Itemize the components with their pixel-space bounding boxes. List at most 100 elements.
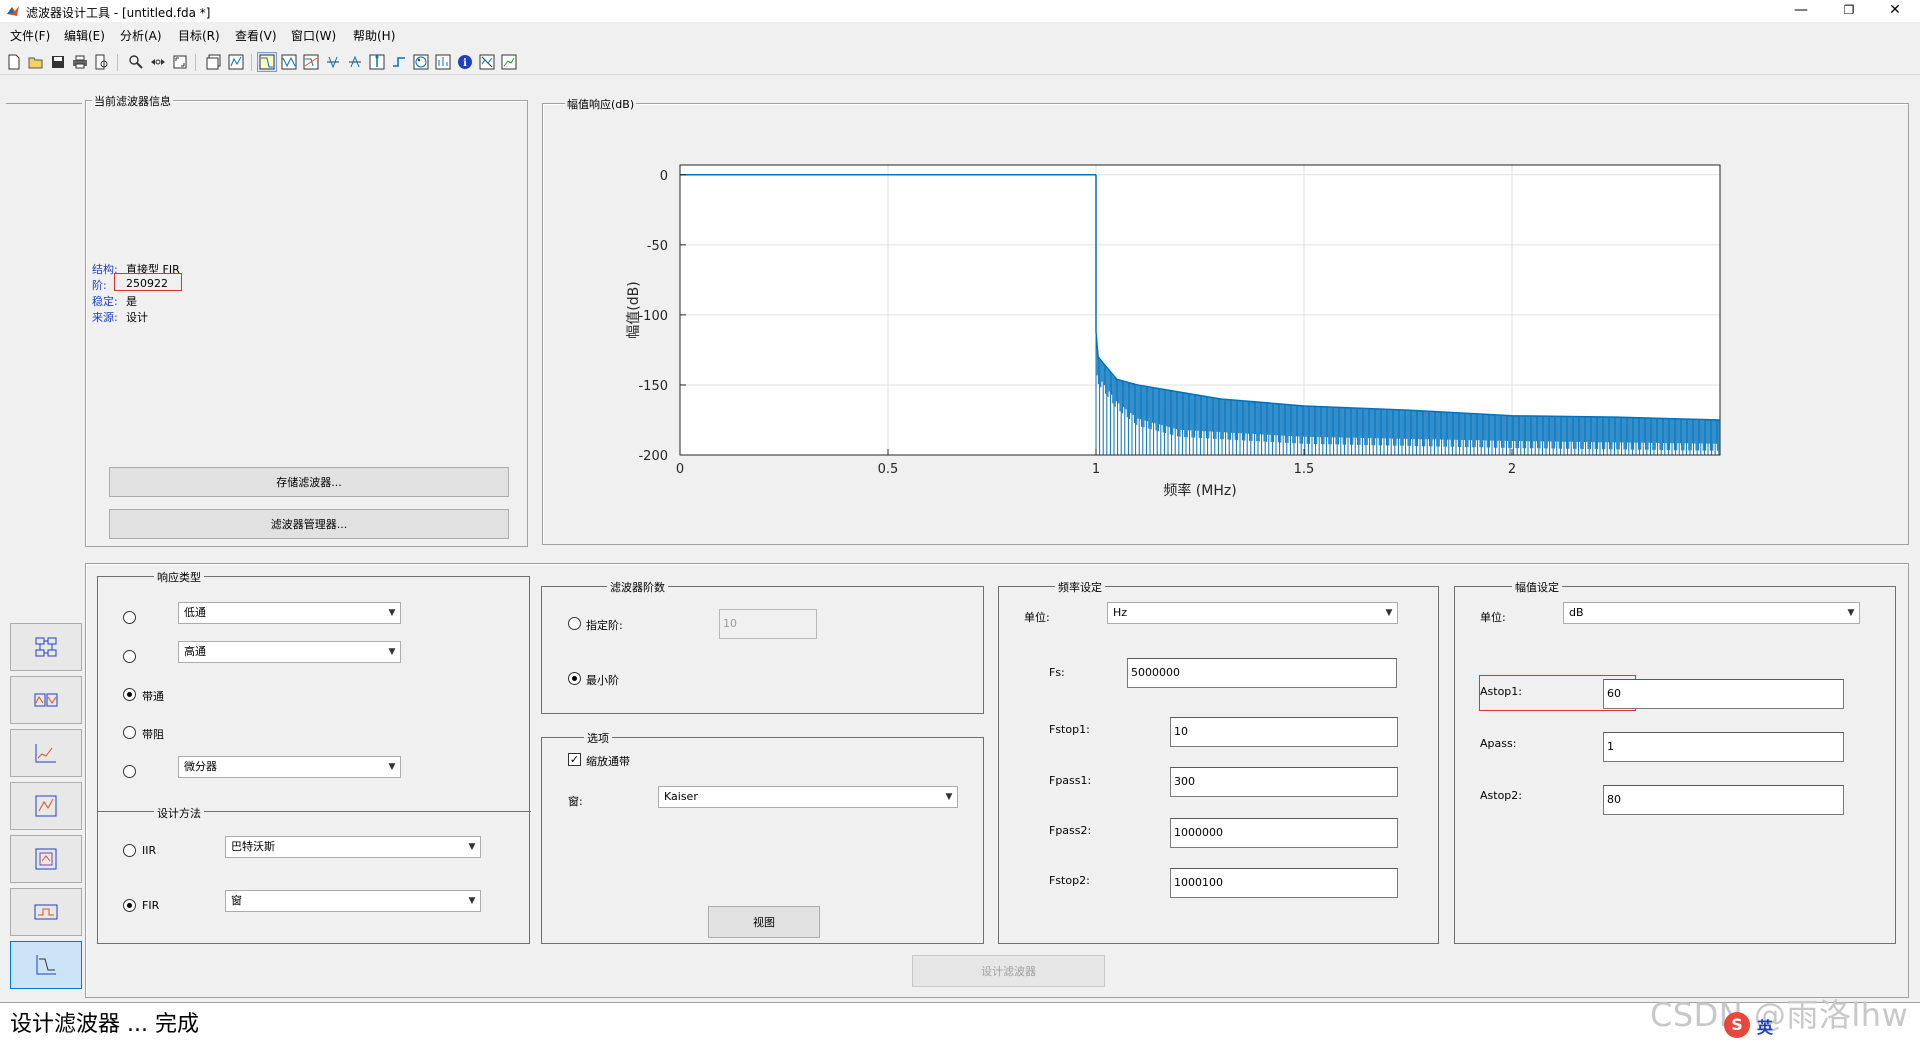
zoom-x-icon[interactable] [148,52,168,72]
radio-bandpass[interactable] [123,688,136,701]
chart-y-tick-label: -50 [647,239,668,254]
step-response-icon[interactable] [389,52,409,72]
freq-unit-combo[interactable]: Hz ▼ [1107,602,1398,624]
fir-method-combo[interactable]: 窗 ▼ [225,890,481,912]
menu-view[interactable]: 查看(V) [231,26,281,46]
impulse-response-icon[interactable] [367,52,387,72]
fstop2-input[interactable]: 1000100 [1170,868,1398,898]
menu-window[interactable]: 窗口(W) [287,26,340,46]
fs-label: Fs: [1049,666,1065,679]
toolbar-separator [251,54,252,71]
filter-structure-icon [35,637,57,657]
fpass1-input[interactable]: 300 [1170,767,1398,797]
side-button-quantize[interactable] [10,729,82,777]
pole-zero-icon[interactable] [411,52,431,72]
info-icon[interactable]: i [455,52,475,72]
window-type-combo-value: Kaiser [664,790,698,803]
minimize-button[interactable]: — [1778,0,1824,22]
noise-icon[interactable] [477,52,497,72]
specify-order-input[interactable]: 10 [719,609,817,639]
fs-input[interactable]: 5000000 [1127,658,1397,688]
phase-response-icon[interactable] [279,52,299,72]
menu-help[interactable]: 帮助(H) [349,26,399,46]
print-preview-icon[interactable] [92,52,112,72]
radio-differentiator[interactable] [123,765,136,778]
fstop1-input[interactable]: 10 [1170,717,1398,747]
side-button-filter-design[interactable] [10,941,82,989]
lowpass-combo-value: 低通 [184,606,206,619]
highpass-combo[interactable]: 高通 ▼ [178,641,401,663]
view-button[interactable]: 视图 [708,906,820,938]
ime-logo-icon[interactable]: S [1724,1012,1750,1038]
new-window-icon[interactable] [204,52,224,72]
watermark: CSDN @雨洛lhw [1650,996,1909,1034]
store-filter-button[interactable]: 存储滤波器... [109,467,509,497]
radio-specify-order[interactable] [568,617,581,630]
magnitude-response-chart[interactable]: 0 0.5 1 1.5 2 0 -50 -100 -150 -200 频率 (MHz) 幅值(dB… [600,150,1740,505]
side-button-design-filter[interactable] [10,623,82,671]
open-icon[interactable] [26,52,46,72]
filter-info-panel: 当前滤波器信息 结构: 直接型 FIR 阶: 250922 稳定: 是 来源: … [85,93,528,547]
magnitude-response-icon[interactable] [257,52,277,72]
chart-x-tick-label: 1.5 [1294,462,1315,477]
apass-input[interactable]: 1 [1603,732,1844,762]
coefficients-icon[interactable] [433,52,453,72]
chevron-down-icon: ▼ [388,647,396,657]
round-off-icon[interactable] [499,52,519,72]
ime-language-indicator[interactable]: 英 [1757,1014,1773,1038]
side-button-import[interactable] [10,835,82,883]
chart-x-tick-label: 1 [1092,462,1100,477]
multirate-icon [34,904,58,920]
radio-lowpass[interactable] [123,611,136,624]
design-filter-button[interactable]: 设计滤波器 [912,955,1105,987]
radio-bandstop[interactable] [123,726,136,739]
bandpass-label: 带通 [142,690,164,703]
fpass2-input[interactable]: 1000000 [1170,818,1398,848]
phase-delay-icon[interactable] [345,52,365,72]
side-button-multirate[interactable] [10,888,82,936]
mag-unit-label: 单位: [1480,611,1506,624]
window-type-combo[interactable]: Kaiser ▼ [658,786,958,808]
astop2-input[interactable]: 80 [1603,785,1844,815]
stable-label: 稳定: [92,295,118,308]
radio-fir[interactable] [123,899,136,912]
new-icon[interactable] [4,52,24,72]
side-button-realize-model[interactable] [10,782,82,830]
iir-method-combo[interactable]: 巴特沃斯 ▼ [225,836,481,858]
lowpass-combo[interactable]: 低通 ▼ [178,602,401,624]
radio-highpass[interactable] [123,650,136,663]
fir-label: FIR [142,899,160,912]
differentiator-combo[interactable]: 微分器 ▼ [178,756,401,778]
menu-file[interactable]: 文件(F) [6,26,54,46]
chevron-down-icon: ▼ [1385,608,1393,618]
radio-iir[interactable] [123,844,136,857]
response-type-group: 响应类型 低通 ▼ 高通 ▼ 带通 带阻 微分器 ▼ 设计方法 IIR 巴特沃斯 ▼ F… [97,569,531,944]
mag-unit-combo[interactable]: dB ▼ [1563,602,1860,624]
menu-analysis[interactable]: 分析(A) [116,26,166,46]
mag-phase-icon[interactable] [301,52,321,72]
radio-minimum-order[interactable] [568,672,581,685]
toolbar-separator [117,54,118,71]
menu-bar: 文件(F) 编辑(E) 分析(A) 目标(R) 查看(V) 窗口(W) 帮助(H… [0,26,1920,46]
close-button[interactable]: ✕ [1872,0,1918,22]
side-button-transform[interactable] [10,676,82,724]
menu-targets[interactable]: 目标(R) [174,26,224,46]
full-view-analysis-icon[interactable] [226,52,246,72]
save-icon[interactable] [48,52,68,72]
differentiator-combo-value: 微分器 [184,760,217,773]
zoom-in-icon[interactable] [126,52,146,72]
chart-y-tick-label: -200 [638,449,668,464]
astop1-input[interactable]: 60 [1603,679,1844,709]
filter-manager-button[interactable]: 滤波器管理器... [109,509,509,539]
filter-design-icon [36,955,56,975]
freq-unit-combo-value: Hz [1113,606,1128,619]
menu-edit[interactable]: 编辑(E) [60,26,109,46]
options-group: 选项 ✓ 缩放通带 窗: Kaiser ▼ 视图 [541,730,984,944]
print-icon[interactable] [70,52,90,72]
chart-y-tick-label: -100 [638,309,668,324]
full-view-icon[interactable] [170,52,190,72]
restore-button[interactable]: ❐ [1826,0,1872,22]
group-delay-icon[interactable] [323,52,343,72]
order-value: 250922 [126,277,168,290]
scale-passband-checkbox[interactable]: ✓ [568,753,581,766]
